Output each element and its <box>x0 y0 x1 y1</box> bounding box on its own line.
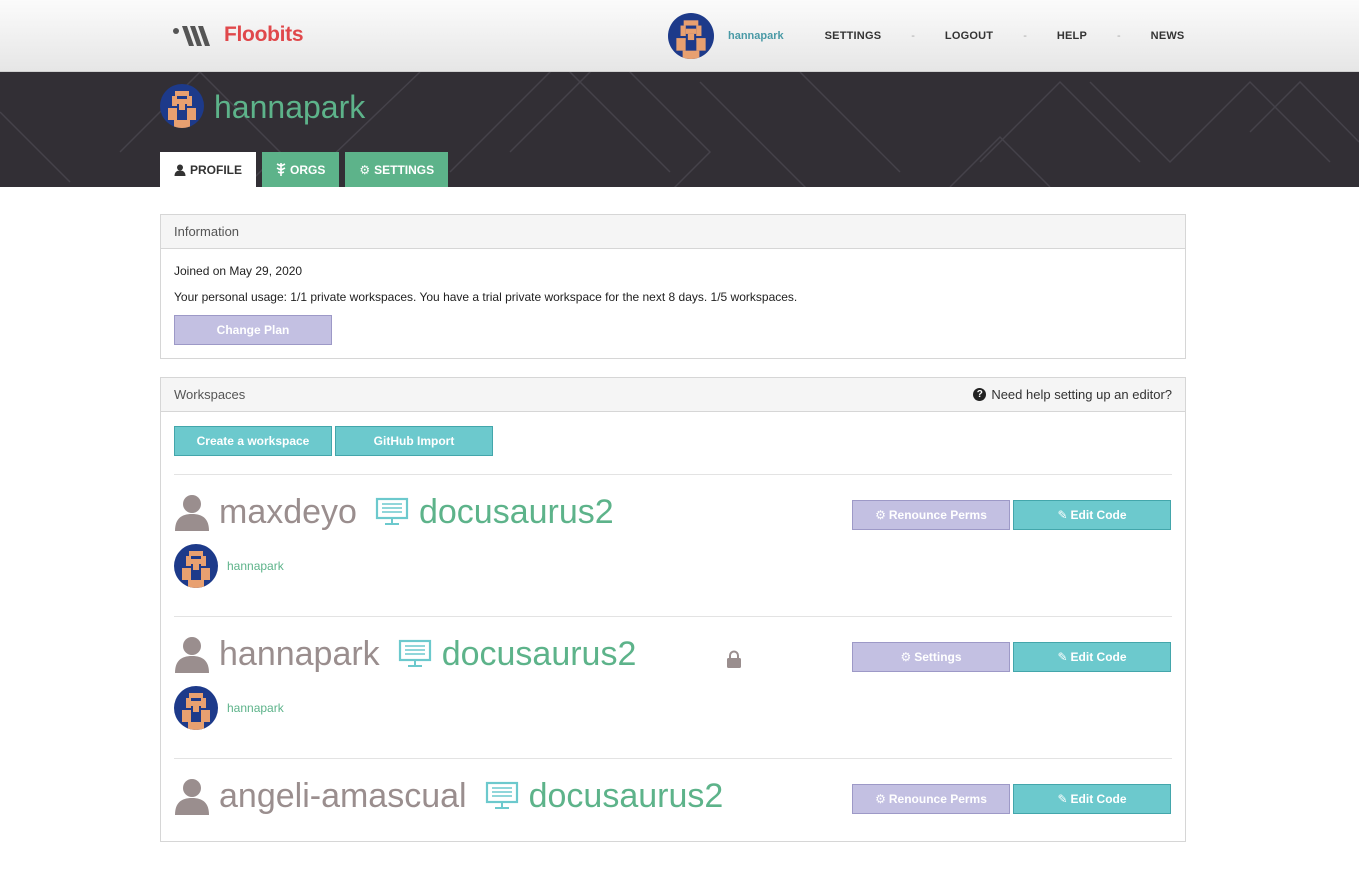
workspace-name-link[interactable]: docusaurus2 <box>529 777 724 816</box>
workspaces-panel-header: Workspaces ? Need help setting up an edi… <box>161 378 1185 412</box>
user-avatar[interactable] <box>668 13 714 59</box>
tab-profile-label: PROFILE <box>190 162 243 177</box>
workspace-row: maxdeyo docusaurus2 hannapark ⚙ Renounce… <box>161 474 1185 616</box>
workspace-member[interactable]: hannapark <box>174 686 284 730</box>
member-avatar <box>174 544 218 588</box>
gear-icon: ⚙ <box>359 162 371 177</box>
workspace-owner-link[interactable]: hannapark <box>219 635 380 674</box>
workspace-screen-icon <box>375 497 409 527</box>
brand-logo[interactable]: Floobits <box>172 20 304 50</box>
workspace-member[interactable]: hannapark <box>174 544 284 588</box>
create-workspace-button[interactable]: Create a workspace <box>174 426 332 456</box>
edit-code-button[interactable]: ✎ Edit Code <box>1013 642 1171 672</box>
nav-logout-link[interactable]: LOGOUT <box>945 30 993 42</box>
workspace-name-link[interactable]: docusaurus2 <box>442 635 637 674</box>
workspace-name-link[interactable]: docusaurus2 <box>419 493 614 532</box>
owner-person-icon <box>173 493 211 531</box>
member-avatar <box>174 686 218 730</box>
top-navbar: Floobits hannapark SETTINGS - LOGOUT - H… <box>0 0 1359 72</box>
nav-help-link[interactable]: HELP <box>1057 30 1087 42</box>
nav-username-link[interactable]: hannapark <box>728 30 784 42</box>
workspace-settings-label: Settings <box>914 650 962 664</box>
edit-icon: ✎ <box>1057 792 1068 806</box>
renounce-perms-label: Renounce Perms <box>888 508 987 522</box>
workspace-row: hannapark docusaurus2 hannapark ⚙ Settin… <box>161 616 1185 758</box>
edit-icon: ✎ <box>1057 508 1068 522</box>
edit-code-label: Edit Code <box>1070 508 1127 522</box>
workspace-screen-icon <box>398 639 432 669</box>
member-name: hannapark <box>227 559 284 573</box>
edit-code-button[interactable]: ✎ Edit Code <box>1013 500 1171 530</box>
renounce-perms-button[interactable]: ⚙ Renounce Perms <box>852 500 1010 530</box>
github-import-button[interactable]: GitHub Import <box>335 426 493 456</box>
information-panel: Information Joined on May 29, 2020 Your … <box>160 214 1186 359</box>
tab-orgs[interactable]: ORGS <box>262 152 340 187</box>
floobits-logo-icon <box>173 26 210 46</box>
renounce-perms-button[interactable]: ⚙ Renounce Perms <box>852 784 1010 814</box>
profile-tabs: PROFILE ORGS ⚙ SETTINGS <box>160 152 454 187</box>
editor-help-text: Need help setting up an editor? <box>991 387 1172 402</box>
top-nav-links: hannapark SETTINGS - LOGOUT - HELP - NEW… <box>668 13 1184 59</box>
workspace-title: angeli-amascual docusaurus2 <box>173 774 723 818</box>
change-plan-button[interactable]: Change Plan <box>174 315 332 345</box>
workspace-owner-link[interactable]: maxdeyo <box>219 493 357 532</box>
edit-code-label: Edit Code <box>1070 792 1127 806</box>
tab-settings-label: SETTINGS <box>374 162 435 177</box>
orgs-icon <box>276 163 286 176</box>
workspace-title: maxdeyo docusaurus2 <box>173 490 614 534</box>
renounce-perms-label: Renounce Perms <box>888 792 987 806</box>
edit-code-label: Edit Code <box>1070 650 1127 664</box>
workspace-row: angeli-amascual docusaurus2 ⚙ Renounce P… <box>161 758 1185 842</box>
profile-header: hannapark PROFILE ORGS ⚙ SETTINGS <box>0 72 1359 187</box>
workspace-settings-button[interactable]: ⚙ Settings <box>852 642 1010 672</box>
brand-name: Floobits <box>224 23 304 46</box>
nav-settings-link[interactable]: SETTINGS <box>825 30 882 42</box>
question-circle-icon: ? <box>973 388 987 401</box>
joined-date-text: Joined on May 29, 2020 <box>174 264 303 278</box>
edit-icon: ✎ <box>1057 650 1068 664</box>
nav-separator: - <box>911 30 915 42</box>
usage-text: Your personal usage: 1/1 private workspa… <box>174 290 798 304</box>
gear-icon: ⚙ <box>875 508 886 522</box>
workspaces-panel: Workspaces ? Need help setting up an edi… <box>160 377 1186 842</box>
nav-news-link[interactable]: NEWS <box>1151 30 1185 42</box>
tab-orgs-label: ORGS <box>290 162 326 177</box>
edit-code-button[interactable]: ✎ Edit Code <box>1013 784 1171 814</box>
member-name: hannapark <box>227 701 284 715</box>
user-icon <box>174 164 186 176</box>
workspace-screen-icon <box>485 781 519 811</box>
lock-icon <box>727 650 741 668</box>
information-panel-header: Information <box>161 215 1185 249</box>
owner-person-icon <box>173 777 211 815</box>
nav-separator: - <box>1117 30 1121 42</box>
workspaces-heading: Workspaces <box>174 387 246 402</box>
editor-help-link[interactable]: ? Need help setting up an editor? <box>973 387 1172 402</box>
workspace-title: hannapark docusaurus2 <box>173 632 636 676</box>
nav-separator: - <box>1023 30 1027 42</box>
information-heading: Information <box>174 224 240 239</box>
gear-icon: ⚙ <box>900 650 912 664</box>
owner-person-icon <box>173 635 211 673</box>
gear-icon: ⚙ <box>875 792 886 806</box>
profile-avatar <box>160 84 204 128</box>
profile-title: hannapark <box>214 89 366 125</box>
workspace-owner-link[interactable]: angeli-amascual <box>219 777 467 816</box>
tab-profile[interactable]: PROFILE <box>160 152 257 187</box>
tab-settings[interactable]: ⚙ SETTINGS <box>345 152 449 187</box>
